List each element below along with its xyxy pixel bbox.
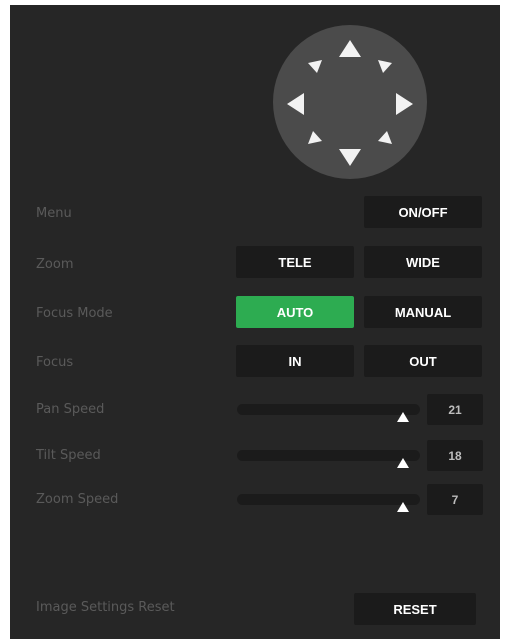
- zoom-speed-slider[interactable]: [237, 494, 420, 505]
- menu-label: Menu: [36, 206, 72, 221]
- pan-right-arrow-icon[interactable]: [396, 93, 413, 115]
- image-settings-reset-label: Image Settings Reset: [36, 600, 175, 615]
- focus-mode-auto-button[interactable]: AUTO: [236, 296, 354, 328]
- pan-down-left-arrow-icon[interactable]: [307, 129, 323, 145]
- tilt-speed-value: 18: [427, 440, 483, 471]
- focus-label: Focus: [36, 355, 74, 370]
- ptz-joystick: [273, 25, 427, 179]
- pan-left-arrow-icon[interactable]: [287, 93, 304, 115]
- zoom-speed-label: Zoom Speed: [36, 492, 119, 507]
- zoom-speed-slider-thumb[interactable]: [397, 502, 409, 512]
- pan-up-left-arrow-icon[interactable]: [307, 59, 323, 75]
- tilt-speed-slider-thumb[interactable]: [397, 458, 409, 468]
- image-settings-reset-button[interactable]: RESET: [354, 593, 476, 625]
- pan-speed-value: 21: [427, 394, 483, 425]
- pan-speed-label: Pan Speed: [36, 402, 105, 417]
- camera-control-panel: Menu ON/OFF Zoom TELE WIDE Focus Mode AU…: [10, 5, 500, 639]
- zoom-speed-value: 7: [427, 484, 483, 515]
- zoom-wide-button[interactable]: WIDE: [364, 246, 482, 278]
- focus-in-button[interactable]: IN: [236, 345, 354, 377]
- zoom-tele-button[interactable]: TELE: [236, 246, 354, 278]
- pan-up-arrow-icon[interactable]: [339, 40, 361, 57]
- pan-down-right-arrow-icon[interactable]: [377, 129, 393, 145]
- zoom-label: Zoom: [36, 257, 74, 272]
- pan-up-right-arrow-icon[interactable]: [377, 59, 393, 75]
- menu-onoff-button[interactable]: ON/OFF: [364, 196, 482, 228]
- pan-speed-slider[interactable]: [237, 404, 420, 415]
- focus-mode-manual-button[interactable]: MANUAL: [364, 296, 482, 328]
- focus-out-button[interactable]: OUT: [364, 345, 482, 377]
- pan-down-arrow-icon[interactable]: [339, 149, 361, 166]
- tilt-speed-label: Tilt Speed: [36, 448, 101, 463]
- pan-speed-slider-thumb[interactable]: [397, 412, 409, 422]
- tilt-speed-slider[interactable]: [237, 450, 420, 461]
- focus-mode-label: Focus Mode: [36, 306, 113, 321]
